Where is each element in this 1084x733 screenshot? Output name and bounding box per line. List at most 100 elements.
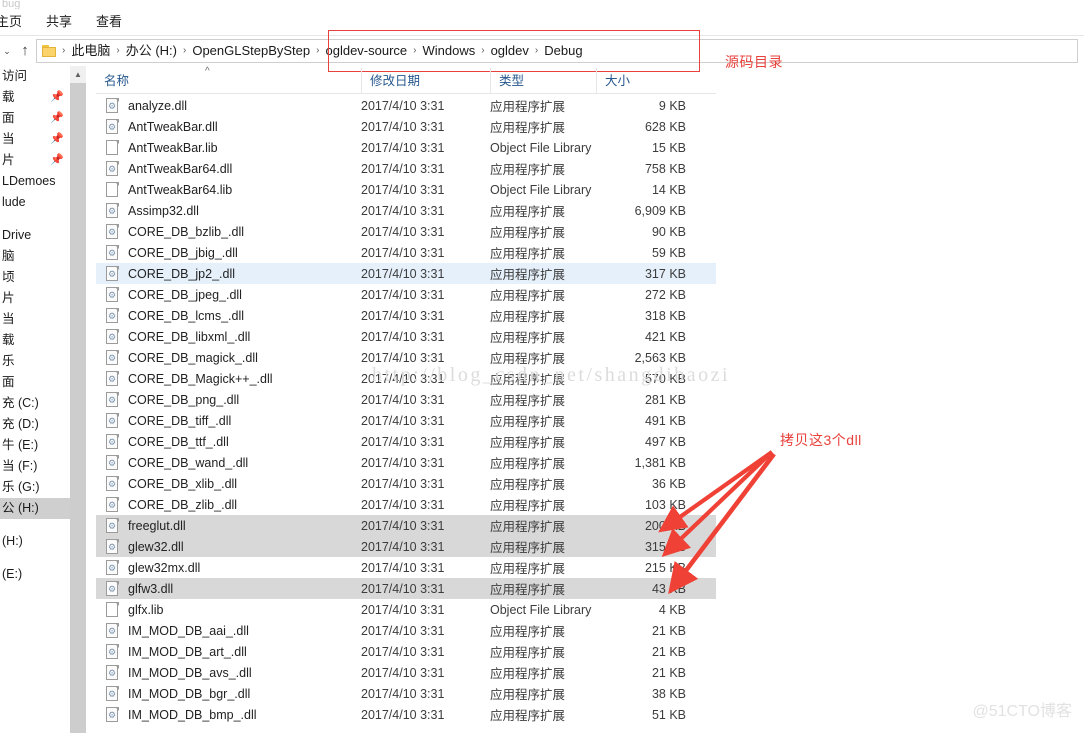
file-name: IM_MOD_DB_avs_.dll	[128, 665, 252, 680]
file-row[interactable]: ⚙ CORE_DB_bzlib_.dll 2017/4/10 3:31 应用程序扩展 9…	[96, 221, 716, 242]
file-modified-date: 2017/4/10 3:31	[361, 224, 445, 239]
file-row[interactable]: ⚙ CORE_DB_png_.dll 2017/4/10 3:31 应用程序扩展 281…	[96, 389, 716, 410]
nav-item-label: 访问	[2, 69, 28, 83]
breadcrumb-item[interactable]: 此电脑	[67, 40, 114, 62]
nav-item[interactable]: 牛 (E:)	[0, 435, 70, 456]
file-list[interactable]: ⚙ analyze.dll 2017/4/10 3:31 应用程序扩展 9 KB ⚙ Ant…	[96, 95, 716, 733]
file-row[interactable]: ⚙ AntTweakBar64.dll 2017/4/10 3:31 应用程序扩展 75…	[96, 158, 716, 179]
file-row[interactable]: ⚙ AntTweakBar.dll 2017/4/10 3:31 应用程序扩展 628 …	[96, 116, 716, 137]
nav-item[interactable]: LDemoes	[0, 171, 70, 192]
nav-item[interactable]: 面	[0, 372, 70, 393]
file-row[interactable]: ⚙ CORE_DB_libxml_.dll 2017/4/10 3:31 应用程序扩展…	[96, 326, 716, 347]
nav-item[interactable]: (H:)	[0, 531, 70, 552]
history-dropdown-icon[interactable]: ⌄	[0, 36, 14, 66]
file-row[interactable]: ⚙ CORE_DB_xlib_.dll 2017/4/10 3:31 应用程序扩展 36…	[96, 473, 716, 494]
file-row[interactable]: ⚙ IM_MOD_DB_art_.dll 2017/4/10 3:31 应用程序扩展 2…	[96, 641, 716, 662]
up-arrow-icon[interactable]: ↑	[14, 36, 36, 66]
file-size: 491 KB	[644, 413, 686, 428]
file-modified-date: 2017/4/10 3:31	[361, 455, 445, 470]
nav-item[interactable]: 当 (F:)	[0, 456, 70, 477]
breadcrumb-item[interactable]: 办公 (H:)	[122, 40, 181, 62]
nav-item[interactable]: 当 📌	[0, 129, 70, 150]
file-modified-date: 2017/4/10 3:31	[361, 623, 445, 638]
nav-item[interactable]: 当	[0, 309, 70, 330]
file-modified-date: 2017/4/10 3:31	[361, 350, 445, 365]
column-header[interactable]: 名称	[96, 68, 261, 94]
column-header[interactable]: 修改日期	[361, 68, 490, 94]
nav-item[interactable]: 乐	[0, 351, 70, 372]
scrollbar-thumb[interactable]	[70, 83, 86, 733]
nav-item[interactable]: (E:)	[0, 564, 70, 585]
nav-item[interactable]: 载	[0, 330, 70, 351]
nav-item-label: 片	[2, 153, 15, 167]
nav-item[interactable]: lude	[0, 192, 70, 213]
vertical-scrollbar[interactable]: ▲	[70, 66, 86, 733]
file-row[interactable]: ⚙ CORE_DB_ttf_.dll 2017/4/10 3:31 应用程序扩展 497…	[96, 431, 716, 452]
nav-item[interactable]: 充 (C:)	[0, 393, 70, 414]
breadcrumb-item[interactable]: ogldev	[487, 40, 533, 62]
nav-item[interactable]: 访问	[0, 66, 70, 87]
breadcrumb-item[interactable]: Debug	[540, 40, 586, 62]
file-row[interactable]: ⚙ CORE_DB_wand_.dll 2017/4/10 3:31 应用程序扩展 1,…	[96, 452, 716, 473]
file-row[interactable]: ⚙ CORE_DB_lcms_.dll 2017/4/10 3:31 应用程序扩展 31…	[96, 305, 716, 326]
breadcrumb-item[interactable]: Windows	[418, 40, 479, 62]
file-row[interactable]: glfx.lib 2017/4/10 3:31 Object File Librar…	[96, 599, 716, 620]
nav-item[interactable]: 顷	[0, 267, 70, 288]
watermark-center: http://blog_csdn_net/shangdibaozi	[372, 364, 731, 386]
file-row[interactable]: ⚙ Assimp32.dll 2017/4/10 3:31 应用程序扩展 6,909 K…	[96, 200, 716, 221]
nav-item-label: 当 (F:)	[2, 459, 38, 473]
column-header[interactable]: 大小	[596, 68, 696, 94]
file-row[interactable]: ⚙ IM_MOD_DB_bgr_.dll 2017/4/10 3:31 应用程序扩展 3…	[96, 683, 716, 704]
navigation-pane: 访问载 📌 面 📌 当 📌 片 📌 LDemoes lude Drive 脑顷片当载乐面充 (C:) 充…	[0, 66, 70, 733]
column-header[interactable]: 类型	[490, 68, 596, 94]
file-row[interactable]: AntTweakBar.lib 2017/4/10 3:31 Object File…	[96, 137, 716, 158]
tab-view[interactable]: 查看	[84, 9, 134, 35]
file-name: IM_MOD_DB_bgr_.dll	[128, 686, 251, 701]
file-row[interactable]: ⚙ CORE_DB_jpeg_.dll 2017/4/10 3:31 应用程序扩展 27…	[96, 284, 716, 305]
file-row[interactable]: ⚙ glew32.dll 2017/4/10 3:31 应用程序扩展 315 KB	[96, 536, 716, 557]
nav-item[interactable]: 面 📌	[0, 108, 70, 129]
file-name: CORE_DB_xlib_.dll	[128, 476, 238, 491]
breadcrumb-item[interactable]: OpenGLStepByStep	[188, 40, 314, 62]
tab-home[interactable]: 主页	[0, 9, 34, 35]
dll-file-icon: ⚙	[106, 98, 119, 113]
file-size: 200 KB	[644, 518, 686, 533]
file-row[interactable]: ⚙ CORE_DB_jp2_.dll 2017/4/10 3:31 应用程序扩展 317…	[96, 263, 716, 284]
nav-item[interactable]: 乐 (G:)	[0, 477, 70, 498]
file-size: 14 KB	[651, 182, 686, 197]
file-name: CORE_DB_lcms_.dll	[128, 308, 245, 323]
dll-file-icon: ⚙	[106, 224, 119, 239]
file-row[interactable]: ⚙ analyze.dll 2017/4/10 3:31 应用程序扩展 9 KB	[96, 95, 716, 116]
dll-file-icon: ⚙	[106, 203, 119, 218]
nav-item[interactable]: 片 📌	[0, 150, 70, 171]
file-row[interactable]: ⚙ CORE_DB_jbig_.dll 2017/4/10 3:31 应用程序扩展 59…	[96, 242, 716, 263]
nav-item-label: 充 (D:)	[2, 417, 39, 431]
file-row[interactable]: ⚙ CORE_DB_tiff_.dll 2017/4/10 3:31 应用程序扩展 49…	[96, 410, 716, 431]
scroll-up-icon[interactable]: ▲	[70, 66, 86, 83]
file-row[interactable]: ⚙ glew32mx.dll 2017/4/10 3:31 应用程序扩展 215 KB	[96, 557, 716, 578]
nav-item[interactable]: Drive	[0, 225, 70, 246]
nav-item[interactable]: 公 (H:)	[0, 498, 70, 519]
dll-file-icon: ⚙	[106, 413, 119, 428]
file-size: 215 KB	[644, 560, 686, 575]
address-input[interactable]: › 此电脑 › 办公 (H:) › OpenGLStepByStep › ogldev-sou…	[36, 39, 1078, 63]
file-row[interactable]: ⚙ IM_MOD_DB_avs_.dll 2017/4/10 3:31 应用程序扩展 2…	[96, 662, 716, 683]
nav-item[interactable]: 脑	[0, 246, 70, 267]
pin-icon[interactable]: 📌	[50, 133, 64, 145]
pin-icon[interactable]: 📌	[50, 112, 64, 124]
file-size: 421 KB	[644, 329, 686, 344]
file-row[interactable]: ⚙ CORE_DB_zlib_.dll 2017/4/10 3:31 应用程序扩展 10…	[96, 494, 716, 515]
file-row[interactable]: ⚙ glfw3.dll 2017/4/10 3:31 应用程序扩展 43 KB	[96, 578, 716, 599]
breadcrumb-item[interactable]: ogldev-source	[321, 40, 411, 62]
file-row[interactable]: AntTweakBar64.lib 2017/4/10 3:31 Object Fi…	[96, 179, 716, 200]
file-row[interactable]: ⚙ freeglut.dll 2017/4/10 3:31 应用程序扩展 200 KB	[96, 515, 716, 536]
pin-icon[interactable]: 📌	[50, 154, 64, 166]
pin-icon[interactable]: 📌	[50, 91, 64, 103]
file-row[interactable]: ⚙ IM_MOD_DB_aai_.dll 2017/4/10 3:31 应用程序扩展 2…	[96, 620, 716, 641]
file-row[interactable]: ⚙ IM_MOD_DB_bmp_.dll 2017/4/10 3:31 应用程序扩展 5…	[96, 704, 716, 725]
sort-ascending-icon[interactable]: ^	[205, 66, 210, 77]
tab-share[interactable]: 共享	[34, 9, 84, 35]
nav-item[interactable]: 片	[0, 288, 70, 309]
nav-item[interactable]: 充 (D:)	[0, 414, 70, 435]
nav-item[interactable]: 载 📌	[0, 87, 70, 108]
